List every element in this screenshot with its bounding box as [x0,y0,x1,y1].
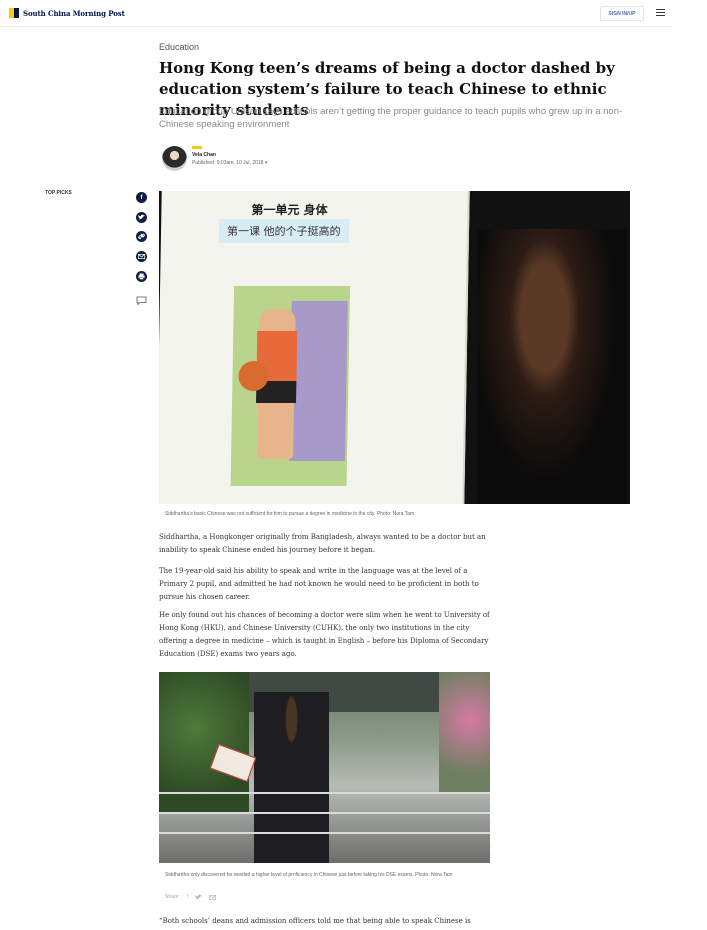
hero-image[interactable]: 第一单元 身体 第一课 他的个子挺高的 [159,191,630,504]
author-avatar[interactable] [162,146,187,171]
article-paragraph-4: “Both schools’ deans and admission offic… [159,917,471,925]
hero-caption: Siddhartha’s basic Chinese was not suffi… [165,511,415,517]
top-picks-label[interactable]: TOP PICKS [45,190,72,196]
top-navigation-bar: South China Morning Post SIGN IN/UP [0,0,672,27]
share-toolbar: f [136,192,148,290]
portrait-photo [477,229,627,504]
photo-railing [159,792,490,794]
textbook-title: 第一单元 身体 [251,203,328,217]
article-paragraph-3: He only found out his chances of becomin… [159,611,490,658]
article-paragraph-2: The 19-year-old said his ability to spea… [159,567,479,601]
textbook-lesson: 第一课 他的个子挺高的 [218,219,349,243]
author-name[interactable]: Vela Chan [192,152,216,158]
section-label[interactable]: Education [159,42,199,52]
illustration-panel-purple [289,301,348,461]
photo-railing [159,812,490,814]
photo2-caption: Siddhartha only discovered he needed a h… [165,872,453,878]
logo-mark [9,8,19,18]
twitter-icon[interactable] [136,211,147,223]
textbook-page: 第一单元 身体 第一课 他的个子挺高的 [159,191,470,504]
email-icon[interactable] [136,251,147,263]
hamburger-menu-icon[interactable] [656,9,665,16]
article-subheadline: Education group Unison says schools aren… [159,106,623,130]
scmp-logo[interactable]: South China Morning Post [9,8,125,18]
published-date: Published: 9:03am, 10 Jul, 2018 ▾ [192,160,268,166]
photo-railing [159,832,490,834]
author-accent-bar [192,146,202,149]
twitter-icon[interactable] [195,894,203,900]
facebook-icon[interactable]: f [136,192,147,203]
share-label: Share: [165,894,180,900]
article-photo-2[interactable] [159,672,490,863]
email-icon[interactable] [209,894,217,900]
logo-text: South China Morning Post [23,8,125,18]
sign-in-button[interactable]: SIGN IN/UP [600,6,644,21]
comment-icon[interactable] [136,296,147,305]
photo-tree [159,672,249,812]
photo-flowers [439,672,490,792]
article-paragraph-1: Siddhartha, a Hongkonger originally from… [159,533,486,554]
link-icon[interactable] [136,231,147,243]
print-icon[interactable] [136,270,147,282]
photo-person [254,692,329,863]
inline-share-row: Share: f [165,894,217,900]
facebook-icon[interactable]: f [187,894,188,900]
